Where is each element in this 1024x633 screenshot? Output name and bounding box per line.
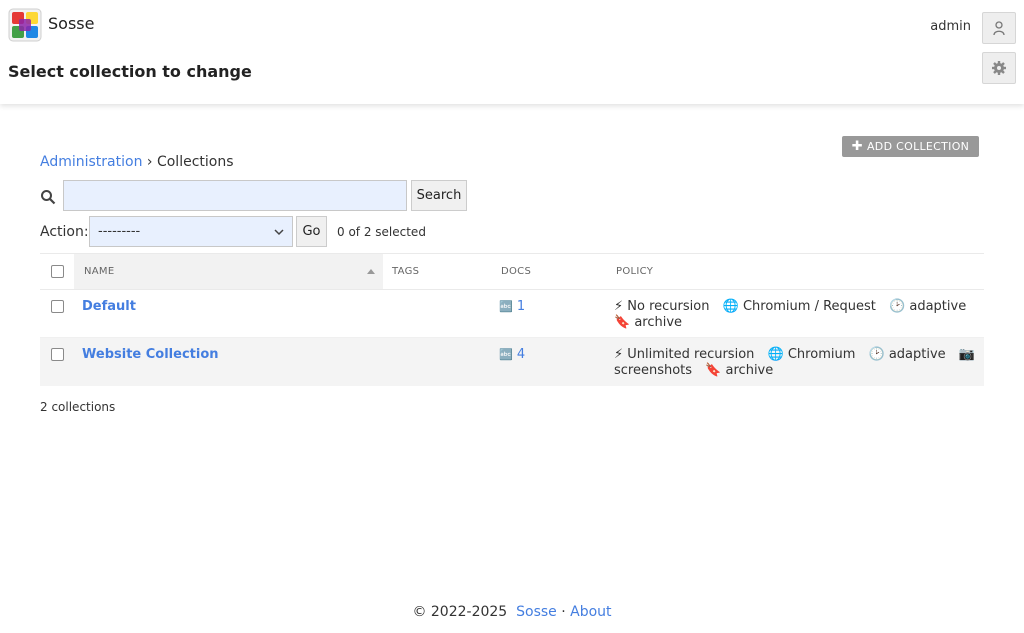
- gear-icon: [992, 61, 1006, 75]
- abc-icon: 🔤: [499, 348, 513, 361]
- recursion-policy: ⚡ Unlimited recursion: [614, 347, 754, 362]
- browser-policy: 🌐 Chromium: [768, 347, 856, 362]
- user-menu-button[interactable]: [982, 12, 1016, 44]
- page-title: Select collection to change: [8, 62, 252, 81]
- row-checkbox[interactable]: [51, 300, 64, 313]
- column-header-policy: POLICY: [616, 266, 654, 277]
- docs-count: 4: [516, 347, 526, 362]
- lightning-icon: ⚡: [614, 347, 624, 362]
- archive-label: archive: [725, 363, 774, 378]
- policy-summary: ⚡ Unlimited recursion 🌐 Chromium 🕑 adapt…: [614, 347, 976, 379]
- breadcrumb-current: Collections: [156, 154, 234, 170]
- collection-name-link[interactable]: Default: [82, 299, 136, 314]
- header-bar: Sosse Select collection to change admin: [0, 0, 1024, 104]
- row-checkbox[interactable]: [51, 348, 64, 361]
- globe-icon: 🌐: [767, 347, 784, 362]
- selected-count: 0 of 2 selected: [337, 225, 426, 239]
- footer-about-link[interactable]: About: [570, 604, 611, 620]
- recursion-label: Unlimited recursion: [627, 347, 755, 362]
- docs-count-link[interactable]: 🔤 4: [499, 347, 525, 362]
- browser-policy: 🌐 Chromium / Request: [723, 299, 876, 314]
- screenshots-label: screenshots: [614, 363, 693, 378]
- archive-policy: 🔖 archive: [614, 315, 682, 330]
- settings-button[interactable]: [982, 52, 1016, 84]
- column-header-name[interactable]: NAME: [74, 254, 383, 289]
- column-header-docs: DOCS: [501, 266, 532, 277]
- recursion-policy: ⚡ No recursion: [614, 299, 709, 314]
- collection-name-link[interactable]: Website Collection: [82, 347, 219, 362]
- search-icon: [41, 190, 56, 205]
- search-button[interactable]: Search: [411, 180, 467, 211]
- lightning-icon: ⚡: [614, 299, 624, 314]
- app-name[interactable]: Sosse: [48, 14, 94, 33]
- schedule-policy: 🕑 adaptive: [889, 299, 966, 314]
- camera-icon: 📷: [958, 347, 976, 362]
- add-collection-button[interactable]: ✚ ADD COLLECTION: [842, 136, 979, 157]
- globe-icon: 🌐: [722, 299, 739, 314]
- docs-count: 1: [516, 299, 526, 314]
- bookmark-icon: 🔖: [614, 315, 631, 330]
- plus-icon: ✚: [851, 139, 863, 154]
- chevron-down-icon: [274, 228, 284, 235]
- breadcrumb-administration[interactable]: Administration: [40, 154, 142, 170]
- schedule-label: adaptive: [888, 347, 946, 362]
- breadcrumb: Administration › Collections: [40, 154, 234, 170]
- archive-label: archive: [634, 315, 683, 330]
- user-name: admin: [930, 19, 971, 34]
- schedule-label: adaptive: [909, 299, 967, 314]
- column-header-tags: TAGS: [392, 266, 420, 277]
- action-select-value: ---------: [98, 224, 141, 239]
- policy-summary: ⚡ No recursion 🌐 Chromium / Request 🕑 ad…: [614, 299, 976, 331]
- recursion-label: No recursion: [627, 299, 710, 314]
- column-header-name-label: NAME: [84, 266, 115, 277]
- add-collection-label: ADD COLLECTION: [866, 140, 970, 153]
- footer-sosse-link[interactable]: Sosse: [516, 604, 557, 620]
- table-header: NAME TAGS DOCS POLICY: [40, 253, 984, 290]
- go-button[interactable]: Go: [296, 216, 327, 247]
- clock-icon: 🕑: [889, 299, 906, 314]
- sort-ascending-icon[interactable]: [367, 269, 375, 274]
- user-icon: [993, 21, 1005, 36]
- copyright-text: © 2022-2025: [412, 604, 508, 620]
- select-all-checkbox[interactable]: [51, 265, 64, 278]
- action-select[interactable]: ---------: [89, 216, 293, 247]
- browser-label: Chromium / Request: [742, 299, 876, 314]
- result-count: 2 collections: [40, 400, 116, 414]
- table-row: Website Collection 🔤 4 ⚡ Unlimited recur…: [40, 338, 984, 386]
- search-input[interactable]: [63, 180, 407, 211]
- docs-count-link[interactable]: 🔤 1: [499, 299, 525, 314]
- breadcrumb-separator: ›: [146, 154, 153, 170]
- schedule-policy: 🕑 adaptive: [869, 347, 946, 362]
- sosse-logo-icon[interactable]: [8, 8, 42, 42]
- footer-separator: ·: [561, 604, 566, 620]
- table-row: Default 🔤 1 ⚡ No recursion 🌐 Chromium / …: [40, 290, 984, 338]
- footer: © 2022-2025 Sosse · About: [0, 604, 1024, 620]
- abc-icon: 🔤: [499, 300, 513, 313]
- browser-label: Chromium: [787, 347, 856, 362]
- archive-policy: 🔖 archive: [705, 363, 773, 378]
- bookmark-icon: 🔖: [705, 363, 722, 378]
- clock-icon: 🕑: [868, 347, 885, 362]
- action-label: Action:: [40, 224, 89, 240]
